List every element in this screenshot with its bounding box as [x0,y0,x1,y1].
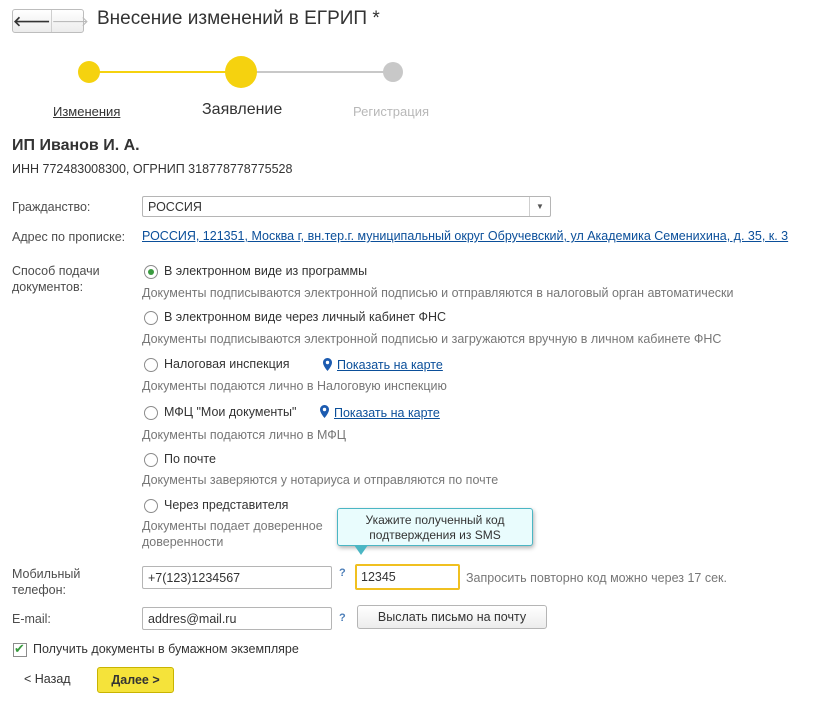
address-link[interactable]: РОССИЯ, 121351, Москва г, вн.тер.г. муни… [142,229,788,243]
option-description: Документы подаются лично в МФЦ [142,428,347,442]
map-pin-icon [323,358,332,371]
step-dot-current [225,56,257,88]
email-input[interactable] [142,607,332,630]
step-dot-pending [383,62,403,82]
forward-arrow-icon[interactable]: 🡒 [52,10,90,32]
resend-note: Запросить повторно код можно через 17 се… [466,571,727,585]
radio-electronic-program[interactable] [144,265,158,279]
tooltip-arrow [354,545,368,555]
submission-label: Способ подачи документов: [12,264,100,294]
radio-representative[interactable] [144,499,158,513]
next-button[interactable]: Далее > [97,667,174,693]
citizenship-select[interactable]: РОССИЯ ▼ [142,196,551,217]
email-help-icon[interactable]: ? [339,612,346,624]
option-label: Через представителя [164,498,289,512]
step-label-registration: Регистрация [353,104,429,119]
address-label: Адрес по прописке: [12,230,126,244]
option-description: Документы подаются лично в Налоговую инс… [142,379,447,393]
radio-tax-office[interactable] [144,358,158,372]
entrepreneur-ids: ИНН 772483008300, ОГРНИП 318778778775528 [12,162,293,176]
option-label: В электронном виде из программы [164,264,368,278]
step-dot-done [78,61,100,83]
paper-copy-label: Получить документы в бумажном экземпляре [33,642,299,656]
back-button[interactable]: < Назад [24,672,71,686]
chevron-down-icon[interactable]: ▼ [529,197,550,216]
step-line-pending [241,71,393,73]
phone-label: Мобильный телефон: [12,567,81,597]
step-line-completed [89,71,241,73]
paper-copy-checkbox[interactable] [13,641,27,657]
navigation-buttons: 🡐 🡒 [12,9,89,33]
phone-help-icon[interactable]: ? [339,567,346,579]
radio-post[interactable] [144,453,158,467]
option-description: Документы подписываются электронной подп… [142,332,722,346]
option-description: Документы подает доверенное [142,519,323,533]
option-description: Документы заверяются у нотариуса и отпра… [142,473,499,487]
option-description: Документы подписываются электронной подп… [142,286,734,300]
map-pin-icon [320,405,329,418]
citizenship-value: РОССИЯ [148,200,202,214]
send-email-button[interactable]: Выслать письмо на почту [357,605,547,629]
back-arrow-icon[interactable]: 🡐 [13,10,52,32]
show-map-link-mfc[interactable]: Показать на карте [334,406,440,420]
email-label: E-mail: [12,612,51,626]
option-label: По почте [164,452,216,466]
step-link-changes[interactable]: Изменения [53,104,120,119]
phone-input[interactable] [142,566,332,589]
show-map-link-tax[interactable]: Показать на карте [337,358,443,372]
radio-fns-cabinet[interactable] [144,311,158,325]
option-label: МФЦ "Мои документы" [164,405,297,419]
window-title: Внесение изменений в ЕГРИП * [97,8,380,29]
step-label-current: Заявление [202,101,283,118]
sms-code-input[interactable] [355,564,460,590]
citizenship-label: Гражданство: [12,200,91,214]
option-label: Налоговая инспекция [164,357,290,371]
entrepreneur-name: ИП Иванов И. А. [12,137,140,154]
option-description-continued: доверенности [142,535,224,549]
radio-mfc[interactable] [144,406,158,420]
sms-code-tooltip: Укажите полученный код подтверждения из … [337,508,533,546]
option-label: В электронном виде через личный кабинет … [164,310,447,324]
